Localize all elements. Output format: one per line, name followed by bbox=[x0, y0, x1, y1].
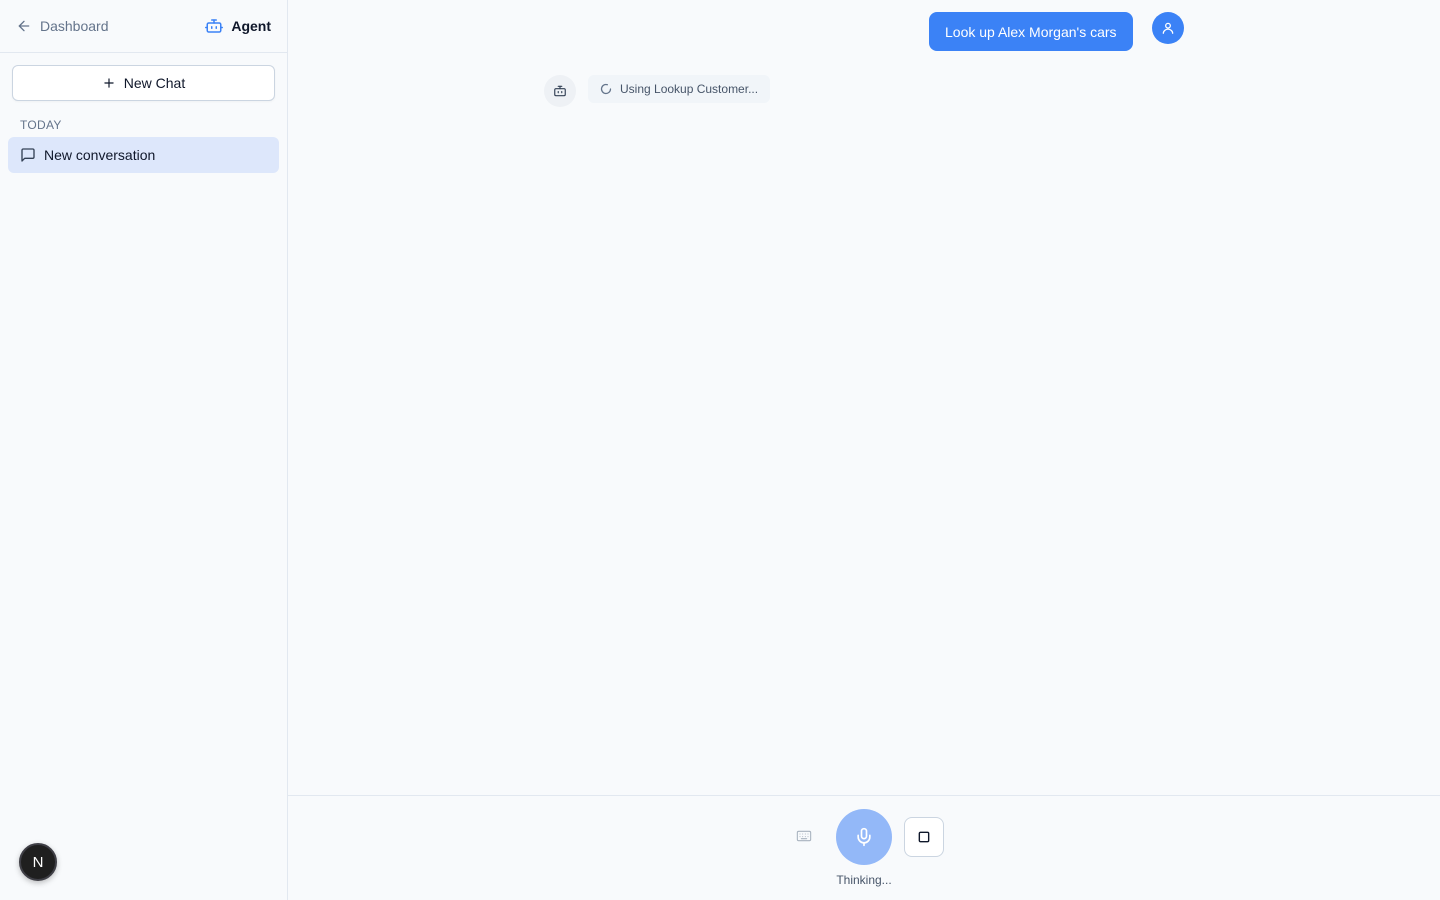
user-avatar[interactable]: N bbox=[19, 843, 57, 881]
arrow-left-icon bbox=[18, 20, 30, 32]
bot-icon bbox=[554, 85, 566, 97]
user-initial: N bbox=[32, 853, 44, 871]
tool-status-text: Using Lookup Customer... bbox=[620, 82, 759, 96]
message-square-icon bbox=[21, 148, 35, 162]
agent-title-label: Agent bbox=[231, 18, 271, 34]
user-message-bubble: Look up Alex Morgan's cars bbox=[929, 12, 1133, 51]
loader-icon bbox=[600, 83, 612, 95]
back-to-dashboard-link[interactable]: Dashboard bbox=[16, 18, 109, 34]
voice-status-text: Thinking... bbox=[836, 873, 892, 887]
square-icon bbox=[918, 831, 930, 843]
tool-status-indicator: Using Lookup Customer... bbox=[588, 75, 771, 103]
keyboard-icon bbox=[796, 830, 812, 842]
stop-button[interactable] bbox=[904, 817, 944, 857]
sidebar-header: Dashboard Agent bbox=[0, 0, 287, 53]
voice-controls-bar: Thinking... bbox=[288, 795, 1440, 900]
back-link-label: Dashboard bbox=[40, 18, 109, 34]
conversation-item[interactable]: New conversation bbox=[8, 137, 279, 173]
plus-icon bbox=[104, 78, 114, 88]
section-label-today: TODAY bbox=[20, 118, 62, 132]
keyboard-toggle-button[interactable] bbox=[793, 827, 815, 845]
conversation-item-label: New conversation bbox=[44, 147, 156, 163]
chat-area: Look up Alex Morgan's cars Using Lookup … bbox=[288, 0, 1440, 900]
microphone-icon bbox=[857, 827, 871, 847]
microphone-button[interactable] bbox=[836, 809, 892, 865]
bot-message-avatar bbox=[544, 75, 576, 107]
bot-icon bbox=[205, 19, 224, 33]
user-message-text: Look up Alex Morgan's cars bbox=[945, 23, 1117, 40]
agent-title: Agent bbox=[205, 17, 271, 35]
new-chat-label: New Chat bbox=[123, 75, 186, 91]
user-icon bbox=[1162, 22, 1174, 34]
new-chat-button[interactable]: New Chat bbox=[12, 65, 275, 101]
user-message-avatar bbox=[1152, 12, 1184, 44]
sidebar: Dashboard Agent New Chat TODAY New conve… bbox=[0, 0, 288, 900]
